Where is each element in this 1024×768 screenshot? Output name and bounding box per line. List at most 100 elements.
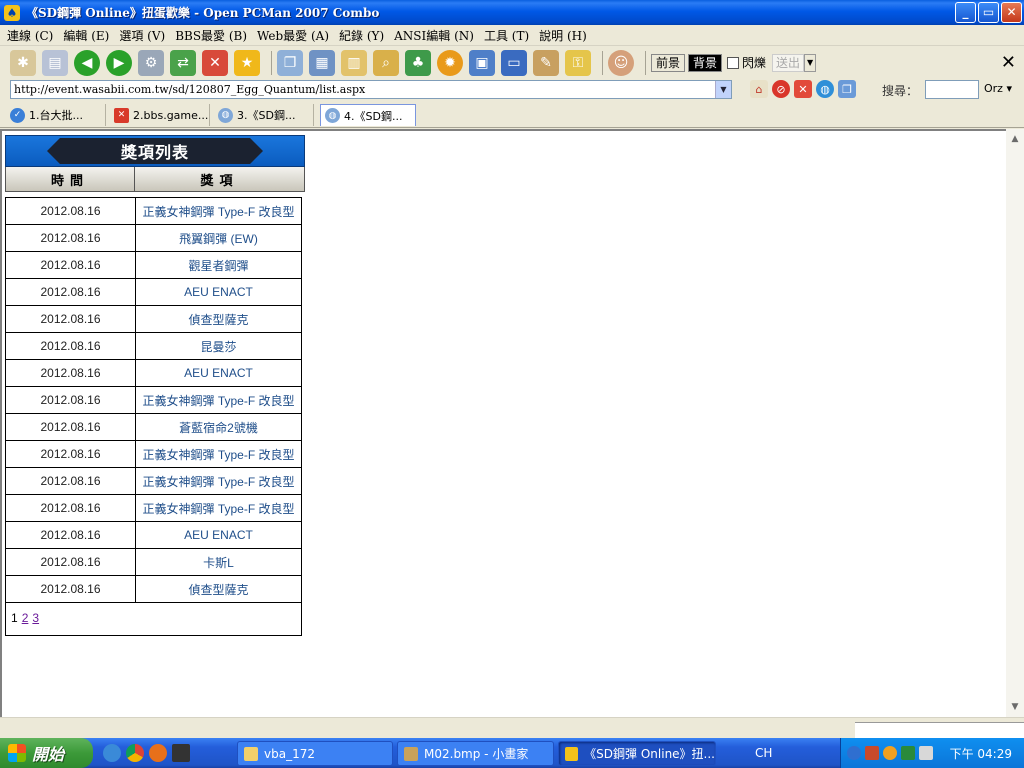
favorite-star-icon[interactable]: ★ (234, 49, 260, 76)
menu-options[interactable]: 選項 (V) (114, 27, 170, 44)
search-engine-select[interactable]: Orz ▾ (984, 82, 1012, 95)
paint-icon (404, 746, 418, 761)
tab-2[interactable]: ✕ 2.bbs.game... (110, 104, 210, 126)
new-connection-icon[interactable]: ✱ (10, 49, 36, 76)
tray-messenger-icon[interactable] (883, 746, 897, 760)
open-page-icon[interactable]: ▤ (42, 49, 68, 76)
web-content: 獎項列表 時間 獎項 2012.08.16 正義女神鋼彈 Type-F 改良型 20… (0, 129, 1008, 717)
home-icon[interactable]: ⌂ (750, 80, 768, 98)
close-page-icon[interactable]: ✕ (794, 80, 812, 98)
tab-web-icon: ◍ (325, 108, 340, 123)
live-icon[interactable] (172, 744, 190, 762)
globe-icon[interactable]: ◍ (816, 80, 834, 98)
tab-3[interactable]: ◍ 3.《SD鋼... (214, 104, 314, 126)
tab-4[interactable]: ◍ 4.《SD鋼... (320, 104, 416, 126)
menu-history[interactable]: 紀錄 (Y) (334, 27, 389, 44)
prize-date-cell: 2012.08.16 (5, 467, 136, 495)
connect-icon[interactable]: ⇄ (170, 49, 196, 76)
table-row: 2012.08.16 偵查型薩克 (5, 305, 302, 333)
scroll-up-icon[interactable]: ▲ (1007, 131, 1023, 147)
prize-date-cell: 2012.08.16 (5, 224, 136, 252)
vertical-scrollbar[interactable]: ▲ ▼ (1006, 129, 1024, 717)
column-headers: 時間 獎項 (5, 167, 305, 192)
notepad-icon[interactable]: ✎ (533, 49, 559, 76)
menu-connect[interactable]: 連線 (C) (2, 27, 58, 44)
prize-name-cell: 飛翼鋼彈 (EW) (135, 224, 302, 252)
blink-checkbox[interactable] (727, 56, 740, 69)
menu-tools[interactable]: 工具 (T) (479, 27, 534, 44)
lock-icon[interactable]: ⚿ (565, 49, 591, 76)
minimize-button[interactable]: _ (955, 2, 976, 23)
blink-label: 閃爍 (742, 56, 767, 70)
address-row: http://event.wasabii.com.tw/sd/120807_Eg… (0, 79, 1024, 101)
page-2-link[interactable]: 2 (22, 611, 29, 625)
menu-bbs-favorites[interactable]: BBS最愛 (B) (170, 27, 252, 44)
user-icon[interactable]: ☺ (608, 49, 634, 76)
task-vba[interactable]: vba_172 (237, 741, 393, 766)
task-paint[interactable]: M02.bmp - 小畫家 (397, 741, 554, 766)
toolbar-close-icon[interactable]: ✕ (1001, 52, 1016, 73)
address-dropdown-icon[interactable]: ▼ (715, 81, 731, 98)
address-input[interactable]: http://event.wasabii.com.tw/sd/120807_Eg… (10, 80, 732, 99)
screen-icon[interactable]: ▭ (501, 49, 527, 76)
background-color-button[interactable]: 背景 (688, 53, 723, 72)
task-label: M02.bmp - 小畫家 (424, 747, 529, 761)
task-pcman[interactable]: 《SD鋼彈 Online》扭... (558, 741, 716, 766)
chrome-icon[interactable] (126, 744, 144, 762)
prize-date-cell: 2012.08.16 (5, 413, 136, 441)
menu-help[interactable]: 說明 (H) (534, 27, 592, 44)
menu-web-favorites[interactable]: Web最愛 (A) (252, 27, 334, 44)
forward-icon[interactable]: ▶ (106, 49, 132, 76)
tray-network-icon[interactable] (901, 746, 915, 760)
start-button[interactable]: 開始 (0, 738, 93, 768)
table-row: 2012.08.16 正義女神鋼彈 Type-F 改良型 (5, 467, 302, 495)
restore-button[interactable]: ▭ (978, 2, 999, 23)
send-dropdown-icon[interactable]: ▼ (804, 53, 817, 72)
stop-icon[interactable]: ⊘ (772, 80, 790, 98)
copy-icon[interactable]: ❐ (277, 49, 303, 76)
settings-gear-icon[interactable]: ✹ (437, 49, 463, 76)
find-icon[interactable]: ⌕ (373, 49, 399, 76)
tray-app-icon[interactable] (865, 746, 879, 760)
menu-edit[interactable]: 編輯 (E) (58, 27, 114, 44)
disconnect-icon[interactable]: ✕ (202, 49, 228, 76)
address-toolbar: ⌂ ⊘ ✕ ◍ ❐ (750, 80, 856, 98)
tray-arrow-icon[interactable] (847, 746, 861, 760)
windows-logo-icon (8, 744, 26, 762)
pagination: 123 (5, 603, 302, 636)
tray-volume-icon[interactable] (919, 746, 933, 760)
windows-icon[interactable]: ❐ (838, 80, 856, 98)
table-row: 2012.08.16 正義女神鋼彈 Type-F 改良型 (5, 494, 302, 522)
ansi-editor-icon[interactable]: ▣ (469, 49, 495, 76)
prize-name-cell: 正義女神鋼彈 Type-F 改良型 (135, 197, 302, 225)
page-1: 1 (11, 611, 18, 625)
prize-date-cell: 2012.08.16 (5, 305, 136, 333)
prize-name-cell: AEU ENACT (135, 359, 302, 387)
prize-name-cell: 正義女神鋼彈 Type-F 改良型 (135, 386, 302, 414)
tab-label: 4.《SD鋼... (344, 109, 403, 123)
toolbar-separator (271, 50, 272, 75)
search-input[interactable] (925, 80, 979, 99)
close-button[interactable]: ✕ (1001, 2, 1022, 23)
plugin-icon[interactable]: ♣ (405, 49, 431, 76)
clipboard-icon[interactable]: ▥ (341, 49, 367, 76)
prize-date-cell: 2012.08.16 (5, 359, 136, 387)
scroll-down-icon[interactable]: ▼ (1007, 699, 1023, 715)
page-3-link[interactable]: 3 (32, 611, 39, 625)
search-engine-value: Orz (984, 82, 1003, 95)
title-bar: ♠ 《SD鋼彈 Online》扭蛋歡樂 - Open PCMan 2007 Co… (0, 0, 1024, 25)
tab-1[interactable]: ✓ 1.台大批... (6, 104, 106, 126)
prize-name-cell: AEU ENACT (135, 521, 302, 549)
back-icon[interactable]: ◀ (74, 49, 100, 76)
input-language[interactable]: CH (755, 746, 772, 760)
tab-web-icon: ◍ (218, 107, 233, 123)
reconnect-icon[interactable]: ⚙ (138, 49, 164, 76)
prize-name-cell: 正義女神鋼彈 Type-F 改良型 (135, 494, 302, 522)
menu-ansi-edit[interactable]: ANSI編輯 (N) (389, 27, 479, 44)
ie-icon[interactable] (103, 744, 121, 762)
foreground-color-button[interactable]: 前景 (651, 53, 686, 72)
pcman-app-icon[interactable]: ♠ (4, 4, 20, 21)
paste-icon[interactable]: ▦ (309, 49, 335, 76)
send-button[interactable]: 送出 (772, 53, 805, 72)
firefox-icon[interactable] (149, 744, 167, 762)
